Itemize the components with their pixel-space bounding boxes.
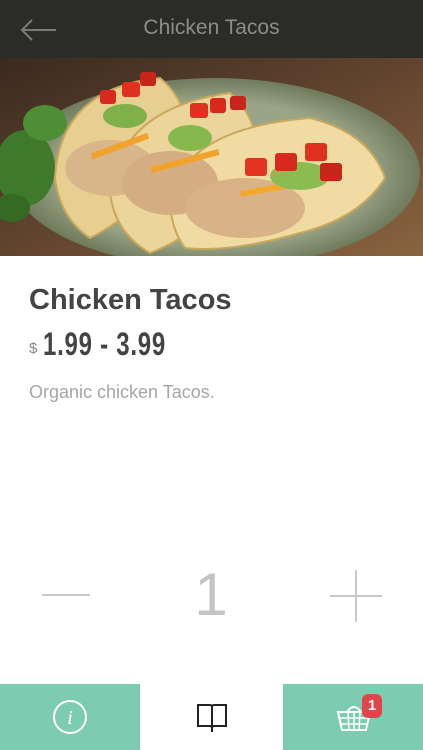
tab-menu[interactable] <box>140 684 283 750</box>
tab-cart[interactable]: 1 <box>283 684 423 750</box>
price-range: 1.99 - 3.99 <box>43 326 167 362</box>
currency-symbol: $ <box>29 340 38 357</box>
product-image <box>0 58 423 256</box>
plus-icon-vertical <box>355 570 357 622</box>
top-bar: Chicken Tacos <box>0 0 423 58</box>
product-price: $1.99 - 3.99 <box>29 326 207 363</box>
quantity-value: 1 <box>194 561 228 628</box>
tab-bar: i 1 <box>0 684 423 750</box>
product-description: Organic chicken Tacos. <box>29 382 215 402</box>
svg-text:i: i <box>67 707 73 729</box>
tab-info[interactable]: i <box>0 684 140 750</box>
book-icon <box>197 704 227 732</box>
minus-icon[interactable] <box>42 594 90 596</box>
decrement-button[interactable] <box>36 574 96 618</box>
product-name: Chicken Tacos <box>29 284 232 316</box>
info-icon: i <box>53 700 87 734</box>
cart-count-badge: 1 <box>362 694 382 718</box>
increment-button[interactable] <box>330 570 382 622</box>
page-title: Chicken Tacos <box>143 16 280 39</box>
